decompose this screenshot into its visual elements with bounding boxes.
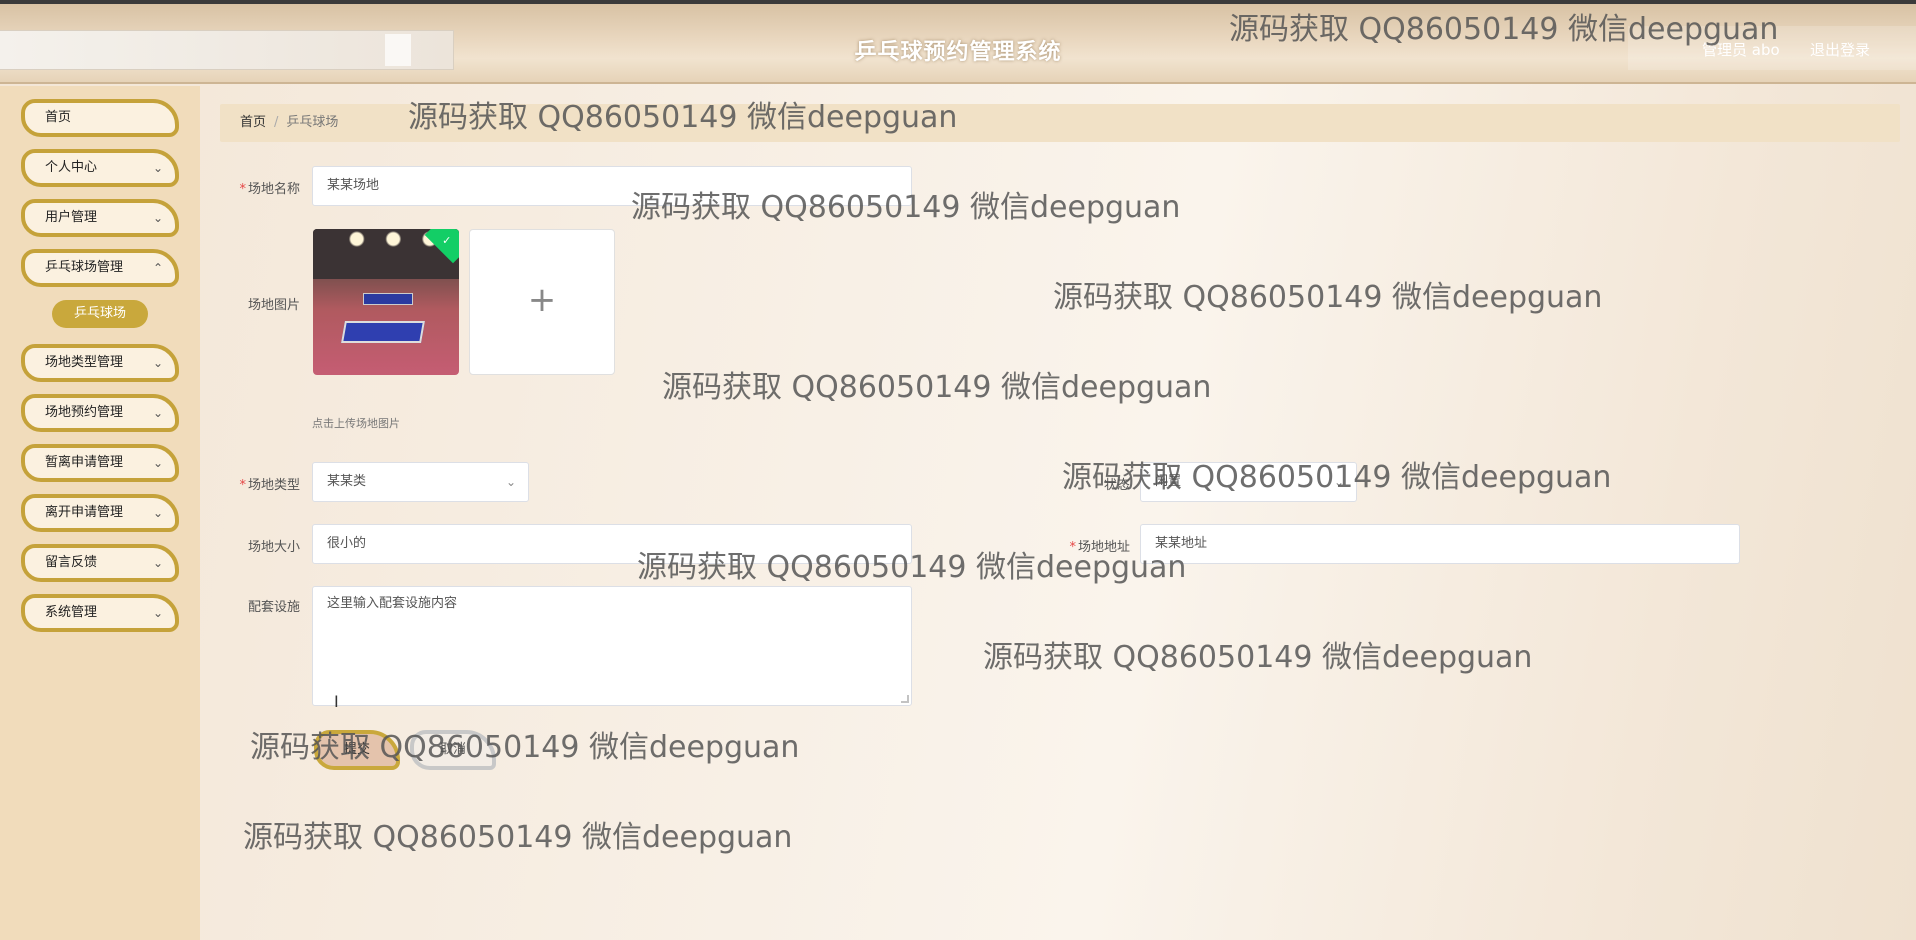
name-label-text: 场地名称	[247, 182, 300, 197]
chevron-up-icon: ⌃	[152, 261, 163, 275]
admin-label: 管理员 abo	[1702, 41, 1780, 59]
top-header: 乒乓球预约管理系统 管理员 abo 退出登录	[0, 4, 1916, 84]
facilities-textarea[interactable]: 这里输入配套设施内容	[312, 586, 912, 706]
chevron-down-icon: ⌄	[152, 161, 163, 175]
size-input[interactable]: 很小的	[312, 524, 912, 564]
photo-table-near	[341, 321, 425, 343]
sidebar-item-users[interactable]: 用户管理 ⌄	[21, 199, 179, 237]
address-label: * 场地地址	[1050, 536, 1130, 555]
chevron-down-icon: ⌄	[1333, 475, 1344, 489]
sidebar-item-label: 乒乓球场管理	[45, 260, 124, 275]
sidebar-item-label: 首页	[45, 110, 72, 125]
text-cursor-icon: I	[334, 692, 339, 711]
sidebar-item-home[interactable]: 首页	[21, 99, 179, 137]
resize-handle[interactable]	[901, 695, 909, 703]
image-upload-hint: 点击上传场地图片	[312, 417, 400, 430]
chevron-down-icon: ⌄	[152, 406, 163, 420]
sidebar-item-label: 系统管理	[45, 605, 98, 620]
size-label: 场地大小	[247, 540, 300, 555]
watermark: 源码获取 QQ86050149 微信deepguan	[983, 640, 1533, 675]
name-label: * 场地名称	[220, 178, 300, 197]
submit-button[interactable]: 提交	[314, 730, 400, 770]
sidebar-item-label: 用户管理	[45, 210, 98, 225]
required-mark: *	[239, 182, 246, 197]
sidebar-item-label: 场地类型管理	[45, 355, 124, 370]
breadcrumb-separator: /	[274, 115, 279, 130]
sidebar-item-label: 离开申请管理	[45, 505, 124, 520]
logout-link[interactable]: 退出登录	[1810, 39, 1870, 60]
sidebar-item-system[interactable]: 系统管理 ⌄	[21, 594, 179, 632]
type-label: * 场地类型	[220, 474, 300, 493]
name-input[interactable]: 某某场地	[312, 166, 912, 206]
sidebar-item-temp-leave[interactable]: 暂离申请管理 ⌄	[21, 444, 179, 482]
sidebar-item-court-type[interactable]: 场地类型管理 ⌄	[21, 344, 179, 382]
sidebar-item-feedback[interactable]: 留言反馈 ⌄	[21, 544, 179, 582]
chevron-down-icon: ⌄	[152, 506, 163, 520]
breadcrumb: 首页 / 乒乓球场	[220, 104, 1900, 142]
sidebar-item-court-management[interactable]: 乒乓球场管理 ⌃	[21, 249, 179, 287]
sidebar-item-booking[interactable]: 场地预约管理 ⌄	[21, 394, 179, 432]
status-select-value: 闲置	[1155, 474, 1182, 489]
breadcrumb-home[interactable]: 首页	[240, 115, 266, 130]
chevron-down-icon: ⌄	[152, 456, 163, 470]
status-select[interactable]: 闲置 ⌄	[1140, 462, 1357, 502]
required-mark: *	[1069, 540, 1076, 555]
chevron-down-icon: ⌄	[152, 211, 163, 225]
chevron-down-icon: ⌄	[152, 556, 163, 570]
sidebar-subitem-court[interactable]: 乒乓球场	[52, 300, 148, 328]
type-label-text: 场地类型	[247, 478, 300, 493]
sidebar-item-label: 个人中心	[45, 160, 98, 175]
required-mark: *	[239, 478, 246, 493]
image-upload-button[interactable]: +	[469, 229, 615, 375]
chevron-down-icon: ⌄	[152, 356, 163, 370]
address-input[interactable]: 某某地址	[1140, 524, 1740, 564]
breadcrumb-current: 乒乓球场	[286, 115, 339, 130]
type-select-value: 某某类	[327, 474, 367, 489]
watermark: 源码获取 QQ86050149 微信deepguan	[1053, 280, 1603, 315]
facilities-label: 配套设施	[247, 600, 300, 615]
watermark: 源码获取 QQ86050149 微信deepguan	[243, 820, 793, 855]
facilities-placeholder: 这里输入配套设施内容	[327, 596, 458, 611]
chevron-down-icon: ⌄	[505, 475, 516, 489]
cancel-button[interactable]: 取消	[410, 730, 496, 770]
address-label-text: 场地地址	[1077, 540, 1130, 555]
sidebar-item-label: 留言反馈	[45, 555, 98, 570]
status-label: 状态	[1103, 478, 1130, 493]
photo-table-far	[363, 293, 413, 305]
sidebar-item-label: 场地预约管理	[45, 405, 124, 420]
watermark: 源码获取 QQ86050149 微信deepguan	[662, 370, 1212, 405]
chevron-down-icon: ⌄	[152, 606, 163, 620]
sidebar-item-profile[interactable]: 个人中心 ⌄	[21, 149, 179, 187]
image-label: 场地图片	[247, 298, 300, 313]
type-select[interactable]: 某某类 ⌄	[312, 462, 529, 502]
sidebar-item-leave[interactable]: 离开申请管理 ⌄	[21, 494, 179, 532]
court-photo-thumbnail[interactable]: ✓	[313, 229, 459, 375]
sidebar-item-label: 暂离申请管理	[45, 455, 124, 470]
